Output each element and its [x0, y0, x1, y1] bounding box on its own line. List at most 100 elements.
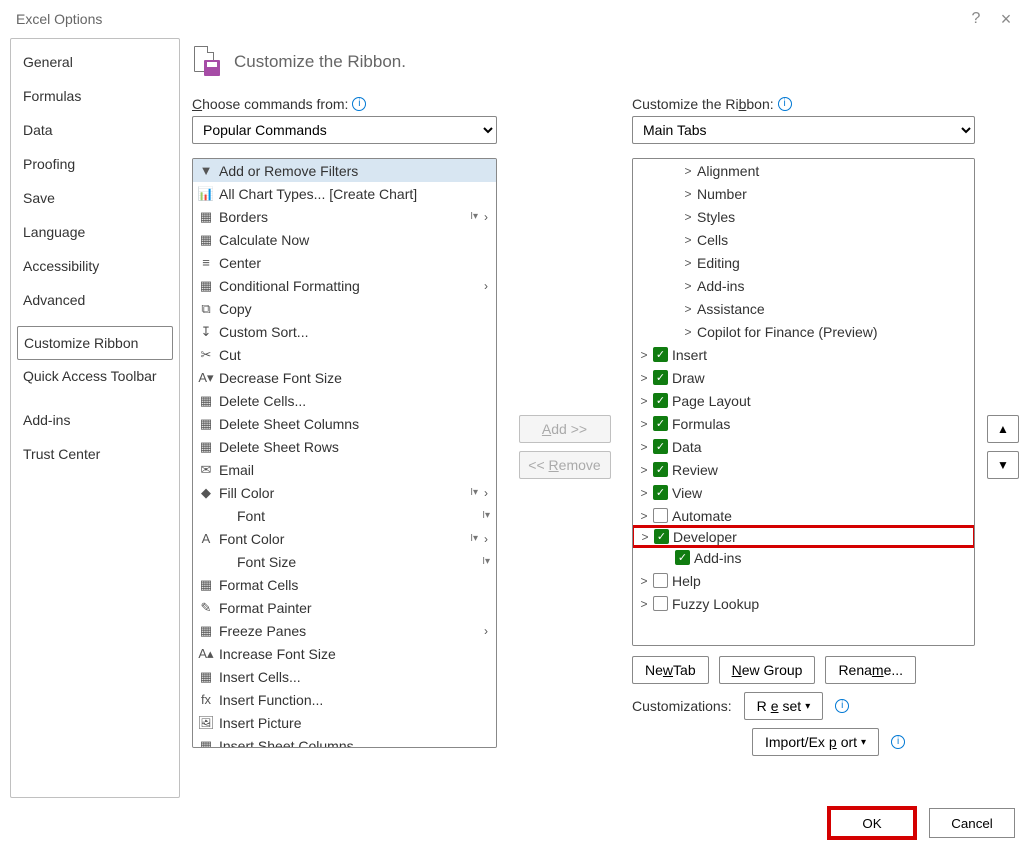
command-item[interactable]: 📊All Chart Types... [Create Chart] — [193, 182, 496, 205]
expand-caret-icon[interactable]: > — [683, 325, 693, 339]
nav-item-language[interactable]: Language — [11, 215, 179, 249]
tree-checkbox[interactable]: ✓ — [654, 529, 669, 544]
tree-item[interactable]: >Fuzzy Lookup — [633, 592, 974, 615]
commands-listbox[interactable]: ▼Add or Remove Filters📊All Chart Types..… — [192, 158, 497, 748]
command-item[interactable]: ▦Conditional Formatting› — [193, 274, 496, 297]
close-icon[interactable]: × — [991, 9, 1021, 30]
expand-caret-icon[interactable]: > — [683, 187, 693, 201]
info-icon[interactable]: i — [352, 97, 366, 111]
expand-caret-icon[interactable]: > — [639, 417, 649, 431]
tree-item[interactable]: >✓Data — [633, 435, 974, 458]
customize-ribbon-combo[interactable]: Main Tabs — [632, 116, 975, 144]
expand-caret-icon[interactable]: > — [683, 256, 693, 270]
command-item[interactable]: ▼Add or Remove Filters — [193, 159, 496, 182]
tree-checkbox[interactable] — [653, 573, 668, 588]
nav-item-advanced[interactable]: Advanced — [11, 283, 179, 317]
import-export-button[interactable]: Import/Export▾ — [752, 728, 879, 756]
reset-button[interactable]: Reset▾ — [744, 692, 824, 720]
command-item[interactable]: 🖼Insert Picture — [193, 711, 496, 734]
command-item[interactable]: ✂Cut — [193, 343, 496, 366]
command-item[interactable]: ▦BordersI▾› — [193, 205, 496, 228]
tree-checkbox[interactable]: ✓ — [653, 370, 668, 385]
tree-item[interactable]: >Number — [633, 182, 974, 205]
rename-button[interactable]: Rename... — [825, 656, 916, 684]
command-item[interactable]: AFont ColorI▾› — [193, 527, 496, 550]
info-icon[interactable]: i — [835, 699, 849, 713]
tree-item[interactable]: >Alignment — [633, 159, 974, 182]
tree-item[interactable]: >Add-ins — [633, 274, 974, 297]
tree-item[interactable]: >Help — [633, 569, 974, 592]
expand-caret-icon[interactable]: > — [683, 279, 693, 293]
expand-caret-icon[interactable]: > — [640, 530, 650, 544]
nav-item-customize-ribbon[interactable]: Customize Ribbon — [17, 326, 173, 360]
tree-checkbox[interactable]: ✓ — [675, 550, 690, 565]
nav-item-general[interactable]: General — [11, 45, 179, 79]
expand-caret-icon[interactable]: > — [683, 233, 693, 247]
expand-caret-icon[interactable]: > — [639, 597, 649, 611]
info-icon[interactable]: i — [891, 735, 905, 749]
expand-caret-icon[interactable]: > — [639, 371, 649, 385]
expand-caret-icon[interactable]: > — [639, 509, 649, 523]
command-item[interactable]: ▦Format Cells — [193, 573, 496, 596]
tree-item[interactable]: >✓Draw — [633, 366, 974, 389]
expand-caret-icon[interactable]: > — [683, 210, 693, 224]
command-item[interactable]: ▦Insert Cells... — [193, 665, 496, 688]
command-item[interactable]: A▾Decrease Font Size — [193, 366, 496, 389]
tree-checkbox[interactable]: ✓ — [653, 439, 668, 454]
expand-caret-icon[interactable]: > — [639, 348, 649, 362]
expand-caret-icon[interactable]: > — [639, 463, 649, 477]
choose-commands-combo[interactable]: Popular Commands — [192, 116, 497, 144]
new-tab-button[interactable]: New Tab — [632, 656, 709, 684]
command-item[interactable]: Font SizeI▾ — [193, 550, 496, 573]
expand-caret-icon[interactable]: > — [639, 574, 649, 588]
ok-button[interactable]: OK — [829, 808, 915, 838]
command-item[interactable]: A▴Increase Font Size — [193, 642, 496, 665]
expand-caret-icon[interactable]: > — [683, 302, 693, 316]
tree-item[interactable]: >✓Insert — [633, 343, 974, 366]
cancel-button[interactable]: Cancel — [929, 808, 1015, 838]
command-item[interactable]: ▦Delete Sheet Columns — [193, 412, 496, 435]
tree-checkbox[interactable]: ✓ — [653, 393, 668, 408]
tree-checkbox[interactable]: ✓ — [653, 416, 668, 431]
tree-item[interactable]: >Automate — [633, 504, 974, 527]
tree-item[interactable]: >✓Formulas — [633, 412, 974, 435]
command-item[interactable]: ↧Custom Sort... — [193, 320, 496, 343]
command-item[interactable]: ▦Calculate Now — [193, 228, 496, 251]
tree-checkbox[interactable] — [653, 508, 668, 523]
nav-item-trust-center[interactable]: Trust Center — [11, 437, 179, 471]
nav-item-quick-access-toolbar[interactable]: Quick Access Toolbar — [11, 359, 179, 393]
tree-checkbox[interactable]: ✓ — [653, 485, 668, 500]
command-item[interactable]: ▦Delete Sheet Rows — [193, 435, 496, 458]
new-group-button[interactable]: New Group — [719, 656, 816, 684]
command-item[interactable]: ≡Center — [193, 251, 496, 274]
nav-item-data[interactable]: Data — [11, 113, 179, 147]
tree-item[interactable]: ✓Add-ins — [633, 546, 974, 569]
tree-item[interactable]: >Editing — [633, 251, 974, 274]
tree-item[interactable]: >Assistance — [633, 297, 974, 320]
move-down-button[interactable]: ▼ — [987, 451, 1019, 479]
tree-item[interactable]: >Copilot for Finance (Preview) — [633, 320, 974, 343]
nav-item-add-ins[interactable]: Add-ins — [11, 403, 179, 437]
command-item[interactable]: ▦Insert Sheet Columns — [193, 734, 496, 748]
tree-item[interactable]: >✓Page Layout — [633, 389, 974, 412]
tree-item[interactable]: >✓Developer — [632, 525, 975, 548]
add-button[interactable]: Add >> — [519, 415, 611, 443]
nav-item-save[interactable]: Save — [11, 181, 179, 215]
expand-caret-icon[interactable]: > — [639, 486, 649, 500]
command-item[interactable]: ▦Freeze Panes› — [193, 619, 496, 642]
tree-checkbox[interactable]: ✓ — [653, 347, 668, 362]
command-item[interactable]: ▦Delete Cells... — [193, 389, 496, 412]
tree-item[interactable]: >Cells — [633, 228, 974, 251]
remove-button[interactable]: << Remove — [519, 451, 611, 479]
expand-caret-icon[interactable]: > — [683, 164, 693, 178]
tree-item[interactable]: >Styles — [633, 205, 974, 228]
nav-item-proofing[interactable]: Proofing — [11, 147, 179, 181]
command-item[interactable]: ⧉Copy — [193, 297, 496, 320]
nav-item-accessibility[interactable]: Accessibility — [11, 249, 179, 283]
command-item[interactable]: FontI▾ — [193, 504, 496, 527]
nav-item-formulas[interactable]: Formulas — [11, 79, 179, 113]
info-icon[interactable]: i — [778, 97, 792, 111]
tree-item[interactable]: >✓View — [633, 481, 974, 504]
tree-item[interactable]: >✓Review — [633, 458, 974, 481]
move-up-button[interactable]: ▲ — [987, 415, 1019, 443]
